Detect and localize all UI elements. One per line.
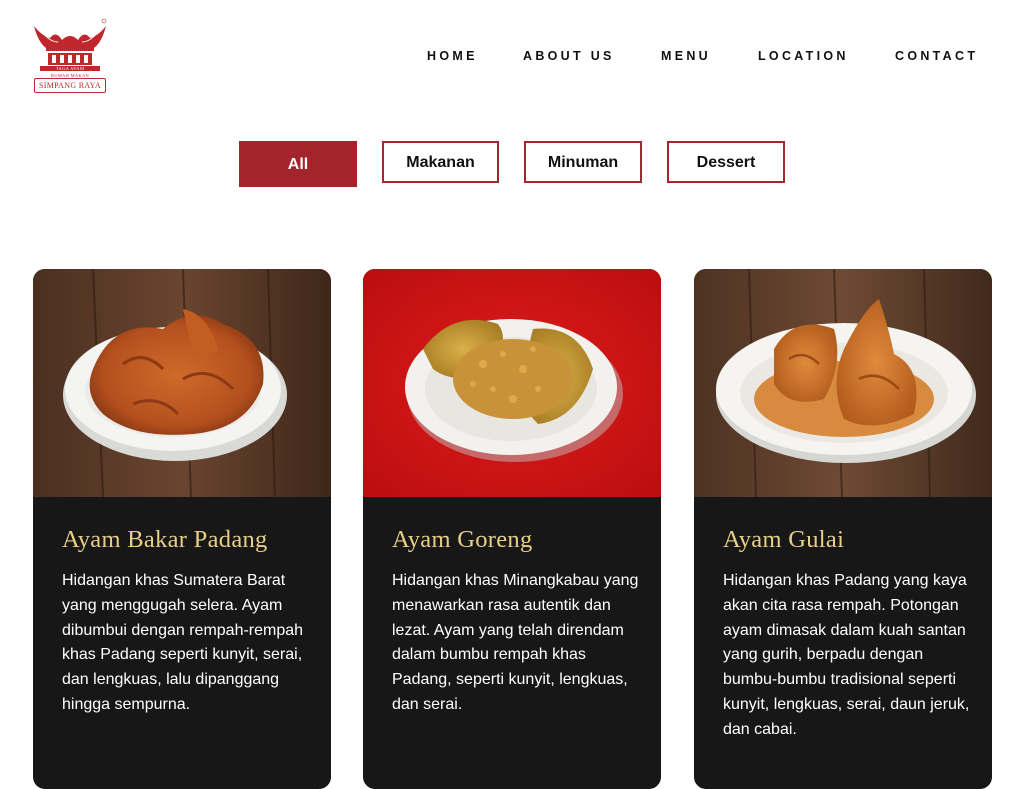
category-filters: All Makanan Minuman Dessert — [0, 141, 1024, 187]
menu-item-description: Hidangan khas Minangkabau yang menawarka… — [392, 572, 639, 713]
filter-makanan-button[interactable]: Makanan — [382, 141, 499, 183]
menu-item-title: Ayam Goreng — [392, 526, 533, 553]
menu-item-description: Hidangan khas Sumatera Barat yang menggu… — [62, 572, 304, 713]
filter-all-button[interactable]: All — [239, 141, 357, 187]
grilled-chicken-photo — [33, 269, 331, 497]
svg-text:TAGA AYAM: TAGA AYAM — [56, 66, 84, 71]
menu-card[interactable]: Ayam Gulai Hidangan khas Padang yang kay… — [694, 269, 992, 789]
menu-item-title: Ayam Bakar Padang — [62, 526, 268, 553]
menu-card[interactable]: Ayam Bakar Padang Hidangan khas Sumatera… — [33, 269, 331, 789]
filter-dessert-button[interactable]: Dessert — [667, 141, 785, 183]
nav-contact-link[interactable]: CONTACT — [895, 49, 978, 63]
menu-card[interactable]: Ayam Goreng Hidangan khas Minangkabau ya… — [363, 269, 661, 789]
nav-home-link[interactable]: HOME — [427, 49, 478, 63]
fried-chicken-photo — [363, 269, 661, 497]
curry-chicken-photo — [694, 269, 992, 497]
nav-location-link[interactable]: LOCATION — [758, 49, 849, 63]
menu-item-description: Hidangan khas Padang yang kaya akan cita… — [723, 572, 970, 738]
filter-minuman-button[interactable]: Minuman — [524, 141, 642, 183]
nav-about-link[interactable]: ABOUT US — [523, 49, 615, 63]
nav-menu-link[interactable]: MENU — [661, 49, 711, 63]
menu-item-title: Ayam Gulai — [723, 526, 845, 553]
main-nav: HOME ABOUT US MENU LOCATION CONTACT — [0, 49, 1024, 65]
brand-name: SIMPANG RAYA — [34, 78, 106, 93]
